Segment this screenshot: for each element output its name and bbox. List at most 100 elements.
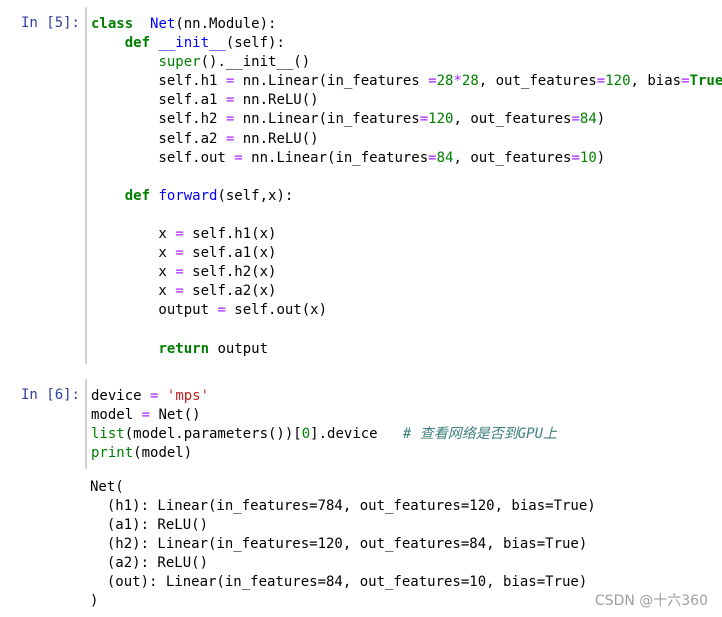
- code-token: 28: [461, 73, 479, 90]
- code-token: , bias: [630, 73, 682, 90]
- code-line: self.a2 = nn.ReLU(): [91, 130, 722, 149]
- code-token: 'mps': [166, 388, 210, 404]
- code-token: (self,x):: [217, 187, 294, 204]
- code-token: nn.ReLU(): [234, 130, 319, 147]
- code-input-area[interactable]: class Net(nn.Module): def __init__(self)…: [85, 7, 722, 364]
- code-token: def: [124, 187, 151, 204]
- code-line: def forward(self,x):: [91, 187, 722, 206]
- cell-prompt: In [5]:: [20, 15, 80, 31]
- code-text: device = 'mps' model = Net() list(model.pa…: [91, 387, 557, 463]
- code-token: (nn.Module):: [175, 16, 277, 32]
- code-line: super().__init__(): [91, 53, 722, 72]
- code-line: x = self.a2(x): [91, 282, 722, 301]
- code-token: =: [141, 407, 151, 424]
- code-token: =: [175, 226, 184, 243]
- watermark: CSDN @十六360: [594, 593, 708, 609]
- code-token: self.out(x): [225, 302, 328, 319]
- code-token: ().__init__(): [200, 54, 311, 71]
- code-token: self.a2(x): [183, 283, 277, 300]
- code-token: =: [571, 111, 580, 128]
- code-line: def __init__(self):: [91, 34, 722, 53]
- code-token: =: [596, 73, 606, 90]
- code-token: Net(): [150, 407, 201, 424]
- code-token: device: [91, 388, 151, 404]
- code-token: =: [175, 283, 184, 300]
- code-token: print: [91, 445, 134, 462]
- code-token: x: [91, 264, 176, 281]
- code-text: class Net(nn.Module): def __init__(self)…: [91, 15, 722, 359]
- code-token: (model.parameters())[: [124, 426, 302, 443]
- code-line: self.h1 = nn.Linear(in_features =28*28, …: [91, 72, 722, 91]
- code-token: ): [596, 149, 606, 166]
- code-token: x: [91, 226, 176, 243]
- code-token: self.h1(x): [183, 226, 277, 243]
- code-token: ].device: [310, 426, 403, 443]
- code-line: class Net(nn.Module):: [91, 15, 722, 34]
- code-token: 0: [301, 426, 311, 443]
- code-token: Net: [150, 16, 176, 32]
- code-token: 28: [436, 73, 454, 90]
- code-line: x = self.h1(x): [91, 225, 722, 244]
- code-line: self.a1 = nn.ReLU(): [91, 91, 722, 110]
- code-token: self.out: [91, 149, 235, 166]
- code-token: output: [91, 302, 218, 319]
- code-token: super: [158, 54, 201, 71]
- code-token: (model): [133, 445, 193, 462]
- code-token: def: [124, 35, 151, 52]
- code-token: (self):: [225, 35, 285, 52]
- code-token: 120: [428, 111, 454, 128]
- code-token: 84: [579, 111, 597, 128]
- code-token: =: [217, 302, 226, 319]
- code-token: output: [209, 340, 269, 357]
- code-token: nn.Linear(in_features: [234, 73, 429, 90]
- code-token: # 查看网络是否到GPU上: [402, 426, 558, 443]
- code-token: , out_features: [453, 149, 572, 166]
- code-token: self.a2: [91, 130, 226, 147]
- code-token: nn.Linear(in_features: [234, 111, 420, 128]
- code-token: =: [681, 73, 690, 90]
- code-token: nn.Linear(in_features: [242, 149, 429, 166]
- cell-output: Net( (h1): Linear(in_features=784, out_f…: [90, 479, 596, 609]
- code-line: print(model): [91, 444, 557, 463]
- code-token: ): [596, 111, 606, 128]
- code-input-area[interactable]: device = 'mps' model = Net() list(model.pa…: [85, 379, 557, 469]
- code-token: x: [91, 245, 176, 262]
- code-token: =: [428, 149, 437, 166]
- code-token: class: [91, 16, 134, 32]
- code-token: nn.ReLU(): [234, 92, 319, 109]
- code-token: =: [419, 111, 429, 128]
- code-token: =: [175, 245, 184, 262]
- code-line: x = self.h2(x): [91, 263, 722, 282]
- code-token: , out_features: [453, 111, 572, 128]
- code-token: forward: [150, 187, 218, 204]
- code-token: list: [91, 426, 125, 443]
- code-token: self.a1: [91, 92, 226, 109]
- code-token: model: [91, 407, 142, 424]
- code-token: __init__: [150, 35, 226, 52]
- code-line: output = self.out(x): [91, 301, 722, 320]
- code-line: self.h2 = nn.Linear(in_features=120, out…: [91, 110, 722, 129]
- code-token: =: [428, 73, 437, 90]
- code-token: return: [158, 340, 210, 357]
- code-token: =: [175, 264, 184, 281]
- code-token: =: [234, 149, 243, 166]
- code-line: model = Net(): [91, 406, 557, 425]
- code-token: self.h2: [91, 111, 226, 128]
- code-line: list(model.parameters())[0].device # 查看网…: [91, 425, 557, 444]
- code-token: True: [689, 73, 722, 90]
- code-token: , out_features: [478, 73, 597, 90]
- code-token: 10: [579, 149, 597, 166]
- code-token: 84: [436, 149, 454, 166]
- code-token: self.a1(x): [183, 245, 277, 262]
- code-token: =: [571, 149, 580, 166]
- code-token: x: [91, 283, 176, 300]
- cell-prompt: In [6]:: [20, 387, 80, 403]
